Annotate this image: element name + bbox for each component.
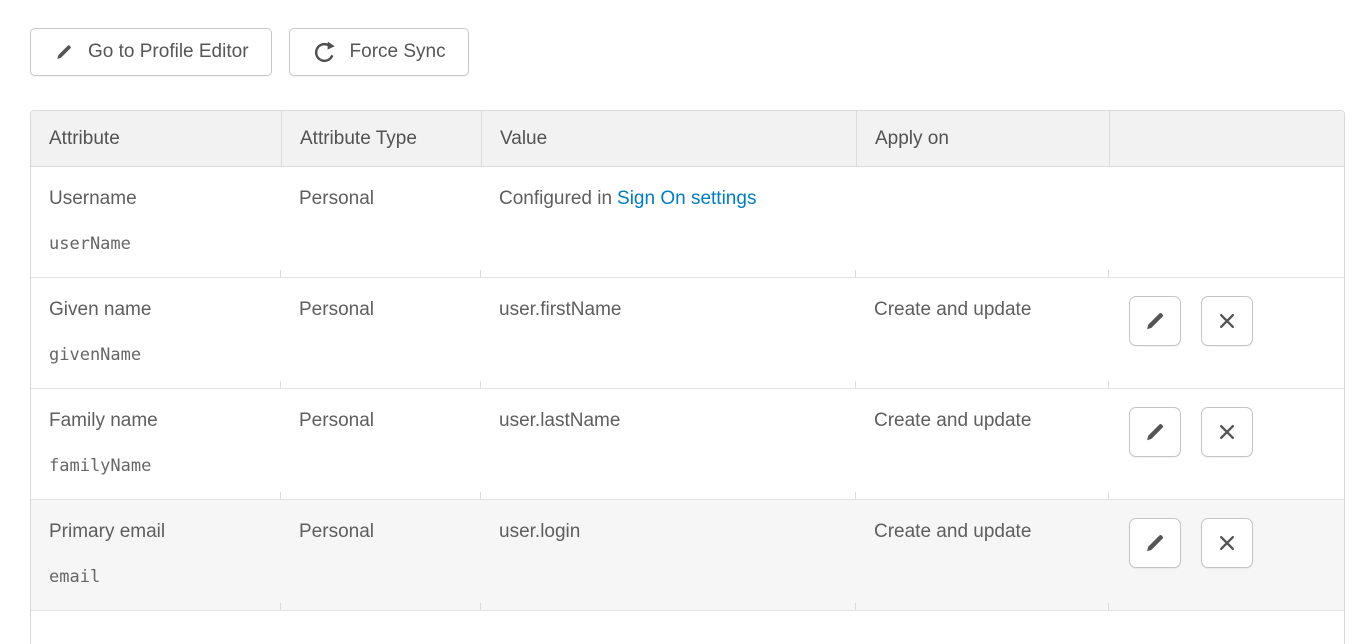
table-row-primary-email: Primary email email Personal user.login …: [31, 499, 1344, 610]
attribute-cell: Given name givenName: [31, 278, 281, 388]
attribute-cell: Primary email email: [31, 500, 281, 610]
attribute-label: Given name: [49, 298, 267, 322]
apply-on-cell: Create and update: [856, 389, 1109, 499]
pencil-icon: [1142, 530, 1168, 556]
force-sync-button[interactable]: Force Sync: [289, 28, 469, 76]
attribute-type-cell: Personal: [281, 389, 481, 499]
apply-on-cell: Create and update: [856, 278, 1109, 388]
attribute-mapping-table: Attribute Attribute Type Value Apply on …: [30, 110, 1345, 644]
value-prefix-text: Configured in: [499, 188, 612, 209]
attribute-type-cell: Personal: [281, 500, 481, 610]
apply-on-cell: Create and update: [856, 500, 1109, 610]
go-to-profile-editor-label: Go to Profile Editor: [88, 41, 249, 63]
table-row-username: Username userName Personal Configured in…: [31, 167, 1344, 277]
edit-attribute-button[interactable]: [1129, 518, 1181, 568]
remove-attribute-button[interactable]: [1201, 407, 1253, 457]
close-icon: [1215, 420, 1239, 444]
column-header-attribute-type: Attribute Type: [281, 111, 481, 166]
actions-cell: [1109, 278, 1344, 388]
refresh-icon: [312, 40, 337, 65]
attribute-cell: Username userName: [31, 167, 281, 277]
attribute-label: Primary email: [49, 520, 267, 544]
pencil-icon: [1142, 308, 1168, 334]
value-cell: user.login: [481, 500, 856, 610]
value-cell: Configured inSign On settings: [481, 167, 856, 277]
remove-attribute-button[interactable]: [1201, 518, 1253, 568]
value-cell: user.firstName: [481, 278, 856, 388]
table-row-family-name: Family name familyName Personal user.las…: [31, 388, 1344, 499]
column-header-attribute: Attribute: [31, 111, 281, 166]
remove-attribute-button[interactable]: [1201, 296, 1253, 346]
value-cell: user.lastName: [481, 389, 856, 499]
table-row-partial: [31, 610, 1344, 644]
attribute-type-cell: Personal: [281, 167, 481, 277]
attribute-type-cell: Personal: [281, 278, 481, 388]
close-icon: [1215, 309, 1239, 333]
pencil-icon: [53, 41, 75, 63]
sign-on-settings-link[interactable]: Sign On settings: [617, 188, 756, 209]
attribute-cell: Family name familyName: [31, 389, 281, 499]
column-header-actions: [1109, 111, 1344, 166]
attribute-variable: userName: [49, 232, 267, 256]
pencil-icon: [1142, 419, 1168, 445]
edit-attribute-button[interactable]: [1129, 296, 1181, 346]
force-sync-label: Force Sync: [350, 41, 446, 63]
actions-cell: [1109, 167, 1344, 277]
attribute-variable: familyName: [49, 454, 267, 478]
column-header-apply-on: Apply on: [856, 111, 1109, 166]
apply-on-cell: [856, 167, 1109, 277]
column-header-value: Value: [481, 111, 856, 166]
close-icon: [1215, 531, 1239, 555]
attribute-variable: givenName: [49, 343, 267, 367]
edit-attribute-button[interactable]: [1129, 407, 1181, 457]
attribute-label: Family name: [49, 409, 267, 433]
attribute-variable: email: [49, 565, 267, 589]
go-to-profile-editor-button[interactable]: Go to Profile Editor: [30, 28, 272, 76]
table-row-given-name: Given name givenName Personal user.first…: [31, 277, 1344, 388]
actions-cell: [1109, 500, 1344, 610]
table-header: Attribute Attribute Type Value Apply on: [31, 111, 1344, 167]
attribute-label: Username: [49, 187, 267, 211]
actions-cell: [1109, 389, 1344, 499]
toolbar: Go to Profile Editor Force Sync: [30, 28, 469, 76]
